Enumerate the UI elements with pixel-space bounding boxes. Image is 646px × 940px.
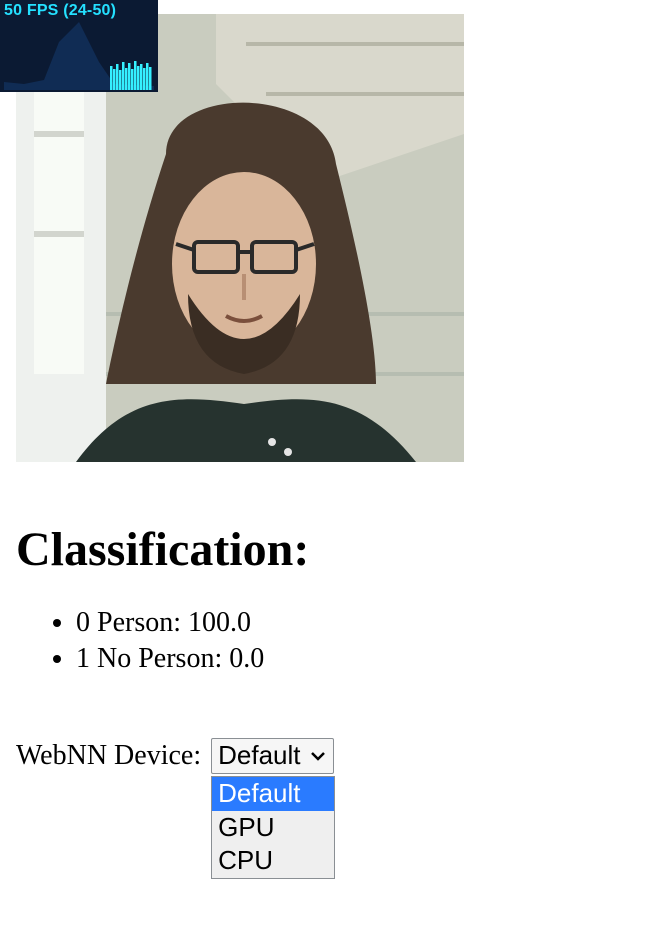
chevron-down-icon	[309, 747, 327, 765]
device-dropdown: Default GPU CPU	[211, 776, 335, 879]
device-label: WebNN Device:	[16, 740, 201, 772]
list-item: 1 No Person: 0.0	[76, 641, 630, 677]
fps-readout: 50 FPS (24-50)	[4, 2, 154, 20]
result-label: 1 No Person: 0.0	[76, 643, 264, 674]
fps-overlay: 50 FPS (24-50)	[0, 0, 158, 92]
classification-heading: Classification:	[16, 522, 630, 577]
device-selected-value: Default	[218, 740, 300, 771]
fps-graph-svg	[4, 22, 154, 90]
device-option-cpu[interactable]: CPU	[212, 844, 334, 878]
result-label: 0 Person: 100.0	[76, 607, 251, 638]
fps-graph	[4, 22, 154, 90]
classification-results: 0 Person: 100.0 1 No Person: 0.0	[16, 605, 630, 678]
device-option-gpu[interactable]: GPU	[212, 811, 334, 845]
device-row: WebNN Device: Default Default GPU CPU	[16, 738, 630, 774]
device-select[interactable]: Default	[211, 738, 333, 774]
device-option-default[interactable]: Default	[212, 777, 334, 811]
device-select-wrap: Default Default GPU CPU	[211, 738, 333, 774]
list-item: 0 Person: 100.0	[76, 605, 630, 641]
